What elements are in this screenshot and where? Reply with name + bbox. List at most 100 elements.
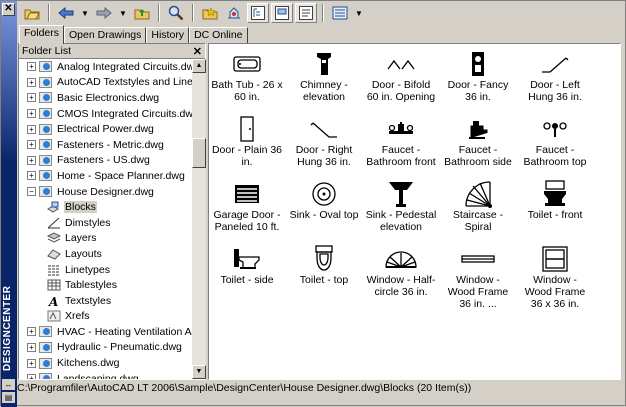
tab-folders[interactable]: Folders: [19, 25, 65, 44]
expand-icon[interactable]: +: [27, 358, 36, 368]
expand-icon[interactable]: +: [27, 62, 36, 72]
tree-item-label: Tablestyles: [65, 279, 117, 292]
block-item-label: Staircase - Spiral: [452, 209, 504, 233]
expand-icon[interactable]: +: [27, 171, 36, 181]
block-item[interactable]: Faucet - Bathroom top: [519, 114, 591, 176]
block-item[interactable]: Sink - Oval top: [288, 179, 360, 241]
home-icon[interactable]: [223, 3, 245, 23]
tree-item[interactable]: + Fasteners - Metric.dwg: [19, 137, 192, 153]
close-icon[interactable]: ✕: [193, 45, 202, 58]
folder-tree[interactable]: + Analog Integrated Circuits.dwg + AutoCAD …: [19, 59, 192, 379]
block-item[interactable]: Window - Wood Frame 36 x 36 in.: [519, 244, 591, 310]
block-item-label: Door - Right Hung 36 in.: [295, 144, 353, 168]
tree-item[interactable]: − House Designer.dwg: [19, 184, 192, 200]
wood-window-icon: [442, 244, 514, 274]
expand-icon[interactable]: +: [27, 124, 36, 134]
tree-item[interactable]: + AutoCAD Textstyles and Linetypes.dwg: [19, 75, 192, 91]
tree-item[interactable]: + CMOS Integrated Circuits.dwg: [19, 106, 192, 122]
block-item[interactable]: Window - Wood Frame 36 in. ...: [442, 244, 514, 310]
dimstyles-icon: [46, 217, 61, 229]
block-item-label: Bath Tub - 26 x 60 in.: [211, 79, 283, 103]
spiral-stair-icon: [442, 179, 514, 209]
tree-item-label: HVAC - Heating Ventilation Air Condition…: [57, 325, 192, 338]
expand-icon[interactable]: +: [27, 342, 36, 352]
block-item[interactable]: Faucet - Bathroom front: [365, 114, 437, 176]
scroll-up-icon[interactable]: ▲: [192, 59, 206, 73]
drawing-file-icon: [38, 357, 53, 369]
block-item[interactable]: Staircase - Spiral: [442, 179, 514, 241]
expand-icon[interactable]: +: [27, 140, 36, 150]
views-dropdown-icon[interactable]: ▼: [353, 3, 365, 23]
back-dropdown-icon[interactable]: ▼: [79, 3, 91, 23]
expand-icon[interactable]: +: [27, 327, 36, 337]
vertical-title-bar[interactable]: ✕ DESIGNCENTER ↔ ▤: [1, 1, 17, 407]
tree-subitem-dimstyles[interactable]: Dimstyles: [19, 215, 192, 231]
block-item[interactable]: Toilet - front: [519, 179, 591, 241]
tree-subitem-layouts[interactable]: Layouts: [19, 246, 192, 262]
load-icon[interactable]: [21, 3, 43, 23]
block-item[interactable]: Sink - Pedestal elevation: [365, 179, 437, 241]
autohide-icon[interactable]: ▤: [2, 392, 15, 403]
tree-item[interactable]: + Hydraulic - Pneumatic.dwg: [19, 340, 192, 356]
tree-subitem-xrefs[interactable]: Xrefs: [19, 309, 192, 325]
tree-item[interactable]: + Electrical Power.dwg: [19, 121, 192, 137]
block-item[interactable]: Chimney - elevation: [288, 49, 360, 111]
back-icon[interactable]: [55, 3, 77, 23]
tree-item[interactable]: + HVAC - Heating Ventilation Air Conditio…: [19, 324, 192, 340]
plain-door-icon: [211, 114, 283, 144]
forward-dropdown-icon[interactable]: ▼: [117, 3, 129, 23]
tree-item[interactable]: + Home - Space Planner.dwg: [19, 168, 192, 184]
tree-item[interactable]: + Basic Electronics.dwg: [19, 90, 192, 106]
expand-icon[interactable]: +: [27, 93, 36, 103]
block-item-label: Window - Wood Frame 36 in. ...: [447, 274, 509, 310]
views-icon[interactable]: [329, 3, 351, 23]
tree-subitem-blocks[interactable]: Blocks: [19, 199, 192, 215]
drawing-file-icon: [38, 123, 53, 135]
block-item[interactable]: Door - Bifold 60 in. Opening: [365, 49, 437, 111]
block-item[interactable]: Window - Half-circle 36 in.: [365, 244, 437, 306]
block-item[interactable]: Door - Plain 36 in.: [211, 114, 283, 176]
block-item-label: Toilet - front: [527, 209, 583, 221]
expand-icon[interactable]: +: [27, 374, 36, 379]
scroll-thumb[interactable]: [192, 138, 206, 168]
block-item[interactable]: Bath Tub - 26 x 60 in.: [211, 49, 283, 111]
block-item[interactable]: Faucet - Bathroom side: [442, 114, 514, 176]
tree-item[interactable]: + Fasteners - US.dwg: [19, 153, 192, 169]
expand-icon[interactable]: +: [27, 77, 36, 87]
block-item[interactable]: Garage Door - Paneled 10 ft.: [211, 179, 283, 241]
block-item[interactable]: Toilet - side: [211, 244, 283, 306]
collapse-icon[interactable]: −: [27, 187, 36, 197]
expand-icon[interactable]: +: [27, 155, 36, 165]
preview-icon[interactable]: [271, 3, 293, 23]
properties-icon[interactable]: ↔: [2, 379, 15, 390]
tab-open-drawings[interactable]: Open Drawings: [64, 27, 147, 43]
tree-toggle-icon[interactable]: [247, 3, 269, 23]
expand-icon[interactable]: +: [27, 109, 36, 119]
scroll-down-icon[interactable]: ▼: [192, 365, 206, 379]
close-icon[interactable]: ✕: [2, 3, 15, 16]
tree-subitem-linetypes[interactable]: Linetypes: [19, 262, 192, 278]
tree-subitem-layers[interactable]: Layers: [19, 231, 192, 247]
block-item[interactable]: Door - Right Hung 36 in.: [288, 114, 360, 176]
tree-item[interactable]: + Kitchens.dwg: [19, 355, 192, 371]
favorites-icon[interactable]: [199, 3, 221, 23]
tree-scrollbar[interactable]: ▲ ▼: [192, 59, 206, 379]
tree-item[interactable]: + Landscaping.dwg: [19, 371, 192, 379]
tree-subitem-tablestyles[interactable]: Tablestyles: [19, 277, 192, 293]
tab-history[interactable]: History: [146, 27, 190, 43]
block-item[interactable]: Door - Fancy 36 in.: [442, 49, 514, 111]
tree-item[interactable]: + Analog Integrated Circuits.dwg: [19, 59, 192, 75]
forward-icon[interactable]: [93, 3, 115, 23]
tree-item-label: Layouts: [65, 247, 102, 260]
block-item[interactable]: Toilet - top: [288, 244, 360, 306]
description-icon[interactable]: [295, 3, 317, 23]
search-icon[interactable]: [165, 3, 187, 23]
tab-dc-online[interactable]: DC Online: [189, 27, 248, 43]
block-item[interactable]: Door - Left Hung 36 in.: [519, 49, 591, 111]
up-icon[interactable]: [131, 3, 153, 23]
tree-item-label: Dimstyles: [65, 216, 111, 229]
folder-list-title: Folder List: [22, 45, 72, 57]
faucet-top-icon: [519, 114, 591, 144]
tree-subitem-textstyles[interactable]: A Textstyles: [19, 293, 192, 309]
drawing-file-icon: [38, 326, 53, 338]
